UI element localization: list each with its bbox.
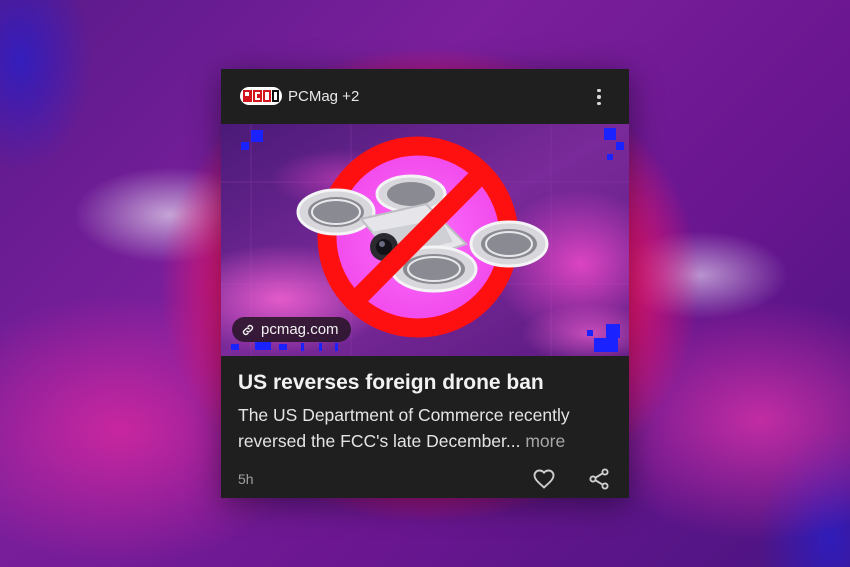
headline[interactable]: US reverses foreign drone ban (238, 369, 618, 397)
link-icon (242, 324, 254, 335)
source-label[interactable]: PCMag +2 (288, 87, 359, 107)
summary: The US Department of Commerce recently r… (238, 402, 618, 454)
more-link[interactable]: more (525, 431, 565, 451)
timestamp: 5h (238, 471, 254, 487)
more-vert-icon[interactable] (589, 86, 609, 108)
summary-text: The US Department of Commerce recently r… (238, 405, 570, 451)
pcmag-logo-icon[interactable] (240, 86, 282, 106)
heart-icon[interactable] (532, 467, 556, 491)
card-header: PCMag +2 (221, 69, 629, 124)
hero-image[interactable]: pcmag.com (221, 124, 629, 356)
share-icon[interactable] (587, 467, 611, 491)
source-chip-label: pcmag.com (261, 320, 339, 338)
news-card[interactable]: PCMag +2 pcmag.com US reverses foreign d… (221, 69, 629, 498)
source-chip[interactable]: pcmag.com (232, 317, 351, 342)
